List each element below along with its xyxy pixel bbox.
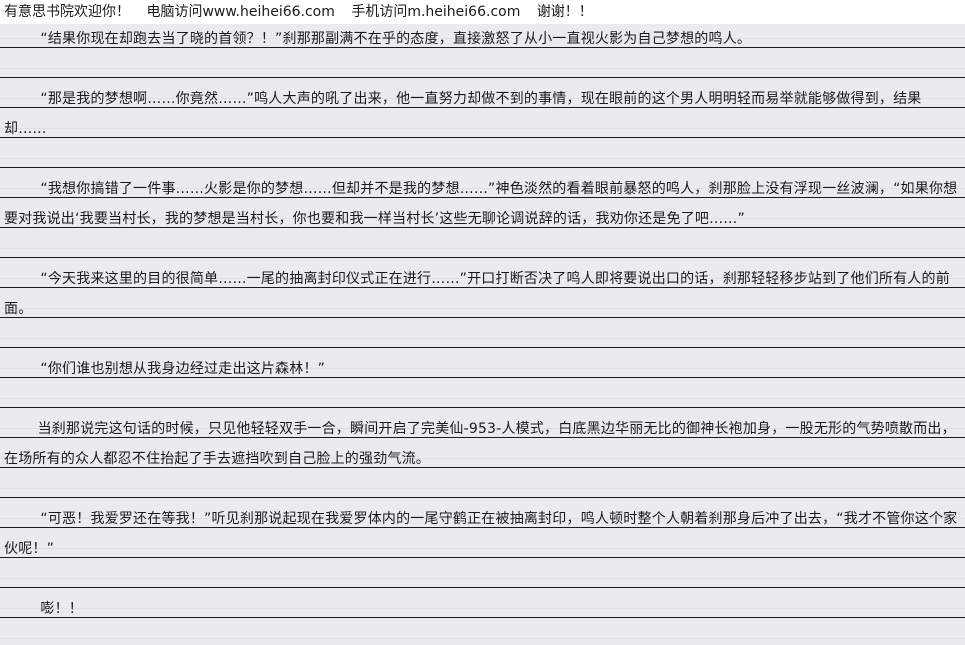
paragraph: 当刹那说完这句话的时候，只见他轻轻双手一合，瞬间开启了完美仙-953-人模式，白… — [4, 421, 956, 467]
chapter-text: “结果你现在却跑去当了晓的首领？！”刹那那副满不在乎的态度，直接激怒了从小一直视… — [4, 24, 962, 624]
document-page: “结果你现在却跑去当了晓的首领？！”刹那那副满不在乎的态度，直接激怒了从小一直视… — [0, 24, 965, 645]
paragraph: “结果你现在却跑去当了晓的首领？！”刹那那副满不在乎的态度，直接激怒了从小一直视… — [40, 31, 752, 47]
paragraph: “你们谁也别想从我身边经过走出这片森林！” — [40, 361, 326, 377]
paragraph: “我想你搞错了一件事……火影是你的梦想……但却并不是我的梦想……”神色淡然的看着… — [4, 181, 958, 227]
paragraph: “那是我的梦想啊……你竟然……”鸣人大声的吼了出来，他一直努力却做不到的事情，现… — [4, 91, 922, 137]
banner-welcome: 有意思书院欢迎你！ — [4, 4, 130, 20]
paragraph: 嘭！！ — [40, 601, 83, 617]
paragraph: “可恶！我爱罗还在等我！”听见刹那说起现在我爱罗体内的一尾守鹤正在被抽离封印，鸣… — [4, 511, 958, 557]
banner-thanks: 谢谢！！ — [536, 4, 593, 20]
banner-mobile-link[interactable]: 手机访问m.heihei66.com — [351, 4, 520, 20]
banner-pc-link[interactable]: 电脑访问www.heihei66.com — [146, 4, 334, 20]
paragraph: “今天我来这里的目的很简单……一尾的抽离封印仪式正在进行……”开口打断否决了鸣人… — [4, 271, 950, 317]
site-banner: 有意思书院欢迎你！ 电脑访问www.heihei66.com 手机访问m.hei… — [0, 0, 965, 24]
